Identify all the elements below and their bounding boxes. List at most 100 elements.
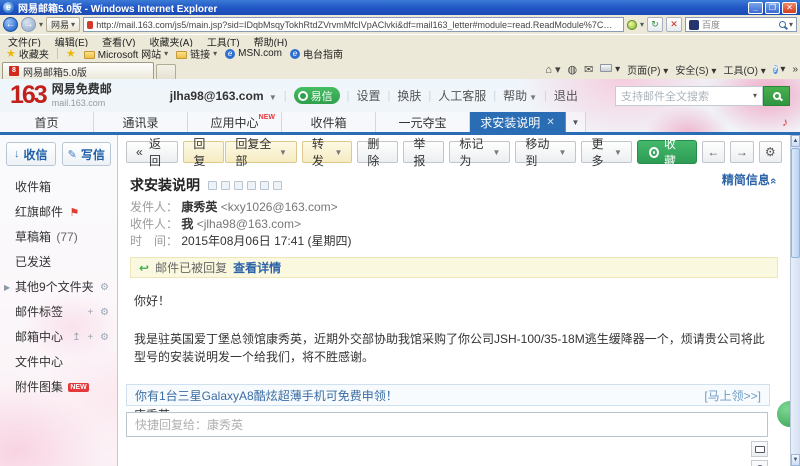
support-link[interactable]: 人工客服: [438, 87, 486, 104]
sidebar-item-file-center[interactable]: 文件中心: [0, 350, 117, 375]
favorite-mail-button[interactable]: 收藏: [637, 140, 697, 164]
previous-mail-button[interactable]: ←: [702, 141, 725, 163]
back-to-list-button[interactable]: « 返回: [126, 141, 178, 163]
favorite-microsoft[interactable]: Microsoft 网站 ▾: [84, 46, 168, 61]
tools-menu-button[interactable]: 工具(O) ▾: [723, 62, 765, 77]
forward-button[interactable]: 转发▼: [302, 141, 353, 163]
report-button[interactable]: 举报: [403, 141, 444, 163]
tab-inbox[interactable]: 收件箱: [282, 112, 376, 132]
folder-actions[interactable]: + ⚙: [87, 275, 111, 300]
sidebar-item-labels[interactable]: 邮件标签 + ⚙: [0, 300, 117, 325]
sidebar-item-other-folders[interactable]: ▶ 其他9个文件夹 + ⚙: [0, 275, 117, 300]
sidebar-item-mail-center[interactable]: 邮箱中心 ↥ + ⚙: [0, 325, 117, 350]
ad-claim-link[interactable]: [马上领>>]: [704, 387, 761, 404]
move-to-button[interactable]: 移动到▼: [515, 141, 576, 163]
open-window-icon[interactable]: [208, 181, 217, 190]
quick-reply-input[interactable]: [126, 412, 768, 437]
from-email[interactable]: <kxy1026@163.com>: [221, 200, 338, 214]
back-button[interactable]: ←: [3, 17, 18, 32]
mail-icon[interactable]: ✉: [584, 63, 593, 76]
from-name[interactable]: 康秀英: [181, 200, 217, 214]
next-mail-button[interactable]: →: [730, 141, 753, 163]
favorite-radio-guide[interactable]: e 电台指南: [290, 46, 343, 61]
settings-gear-button[interactable]: ⚙: [759, 141, 782, 163]
mail-center-actions[interactable]: ↥ + ⚙: [72, 325, 111, 350]
contacts-book-button[interactable]: [751, 441, 768, 457]
reply-button[interactable]: 回复: [183, 141, 224, 163]
music-note-icon[interactable]: ♪: [782, 115, 788, 129]
stop-button[interactable]: ✕: [666, 17, 682, 32]
tab-app-center[interactable]: 应用中心 NEW: [188, 112, 282, 132]
favorite-links[interactable]: 链接 ▾: [176, 46, 217, 61]
account-menu[interactable]: jlha98@163.com ▼: [170, 89, 277, 103]
vertical-scrollbar[interactable]: ▲ ▼: [790, 135, 800, 466]
scroll-thumb[interactable]: [791, 148, 800, 258]
favorite-msn[interactable]: e MSN.com: [225, 48, 282, 59]
browser-tab[interactable]: 8 网易邮箱5.0版: [2, 62, 154, 79]
sidebar-item-flagged[interactable]: 红旗邮件 ⚑: [0, 200, 117, 225]
tab-contacts[interactable]: 通讯录: [94, 112, 188, 132]
command-overflow-button[interactable]: »: [792, 64, 798, 75]
add-favorite-icon[interactable]: ★: [66, 47, 76, 60]
favorites-button[interactable]: ★ 收藏夹: [6, 46, 49, 61]
search-options-icon[interactable]: ▾: [789, 20, 793, 29]
restore-button[interactable]: ❐: [765, 2, 780, 14]
expand-icon[interactable]: ▶: [4, 275, 10, 300]
label-actions[interactable]: + ⚙: [87, 300, 111, 325]
list-icon[interactable]: [247, 181, 256, 190]
home-icon[interactable]: ⌂ ▾: [545, 63, 560, 76]
sidebar-item-sent[interactable]: 已发送: [0, 250, 117, 275]
help-link[interactable]: 帮助▼: [503, 87, 537, 104]
163-logo[interactable]: 163: [10, 83, 46, 108]
minimize-button[interactable]: _: [748, 2, 763, 14]
sidebar-item-attachments[interactable]: 附件图集 NEW: [0, 375, 117, 400]
tag-icon[interactable]: [234, 181, 243, 190]
tab-overflow-button[interactable]: ▼: [566, 112, 586, 132]
mark-as-button[interactable]: 标记为▼: [449, 141, 510, 163]
scroll-up-arrow[interactable]: ▲: [791, 135, 800, 147]
sidebar-item-drafts[interactable]: 草稿箱 (77): [0, 225, 117, 250]
settings-link[interactable]: 设置: [356, 87, 380, 104]
forward-button[interactable]: →: [21, 17, 36, 32]
delete-button[interactable]: 删除: [357, 141, 398, 163]
logout-link[interactable]: 退出: [554, 87, 578, 104]
history-dropdown-icon[interactable]: ▾: [39, 20, 43, 29]
safety-menu-button[interactable]: 安全(S) ▾: [675, 62, 716, 77]
new-tab-button[interactable]: [156, 64, 176, 79]
tab-message-active[interactable]: 求安装说明 ✕: [470, 112, 566, 132]
mail-search-input[interactable]: 支持邮件全文搜索 ▾: [615, 86, 763, 106]
address-dropdown-icon[interactable]: ▾: [640, 20, 644, 29]
feed-icon[interactable]: ◍: [568, 63, 578, 76]
more-button[interactable]: 更多▼: [581, 141, 632, 163]
view-detail-link[interactable]: 查看详情: [233, 259, 281, 276]
print-button[interactable]: ▾: [600, 64, 620, 75]
help-button[interactable]: ? ▾: [773, 64, 786, 75]
to-email[interactable]: <jlha98@163.com>: [197, 217, 301, 231]
to-name[interactable]: 我: [181, 217, 193, 231]
receive-mail-button[interactable]: ↓ 收信: [6, 142, 56, 166]
refresh-button[interactable]: ↻: [647, 17, 663, 32]
compose-button[interactable]: ✎ 写信: [62, 142, 112, 166]
sidebar-item-inbox[interactable]: 收件箱: [0, 175, 117, 200]
mail-search-button[interactable]: [763, 86, 790, 106]
yixin-button[interactable]: 易信: [294, 87, 340, 104]
compatibility-icon[interactable]: [627, 20, 637, 30]
chevron-down-icon[interactable]: ▾: [753, 91, 757, 100]
search-icon[interactable]: [779, 21, 786, 28]
edit-icon[interactable]: [273, 181, 282, 190]
flag-icon[interactable]: [221, 181, 230, 190]
zoom-button[interactable]: [751, 460, 768, 466]
close-tab-icon[interactable]: ✕: [546, 117, 554, 128]
collapse-info-link[interactable]: 精简信息«: [722, 171, 776, 188]
scroll-down-arrow[interactable]: ▼: [791, 454, 800, 466]
ie-search-box[interactable]: 百度 ▾: [685, 17, 797, 32]
netease-plugin-button[interactable]: 网易 ▾: [46, 17, 80, 32]
tab-lottery[interactable]: 一元夺宝: [376, 112, 470, 132]
close-button[interactable]: ✕: [782, 2, 797, 14]
address-input[interactable]: http://mail.163.com/js5/main.jsp?sid=IDq…: [83, 17, 624, 32]
reply-all-button[interactable]: 回复全部▼: [225, 141, 297, 163]
tab-home[interactable]: 首页: [0, 112, 94, 132]
page-menu-button[interactable]: 页面(P) ▾: [627, 62, 668, 77]
scroll-track[interactable]: [791, 258, 800, 454]
print-icon[interactable]: [260, 181, 269, 190]
